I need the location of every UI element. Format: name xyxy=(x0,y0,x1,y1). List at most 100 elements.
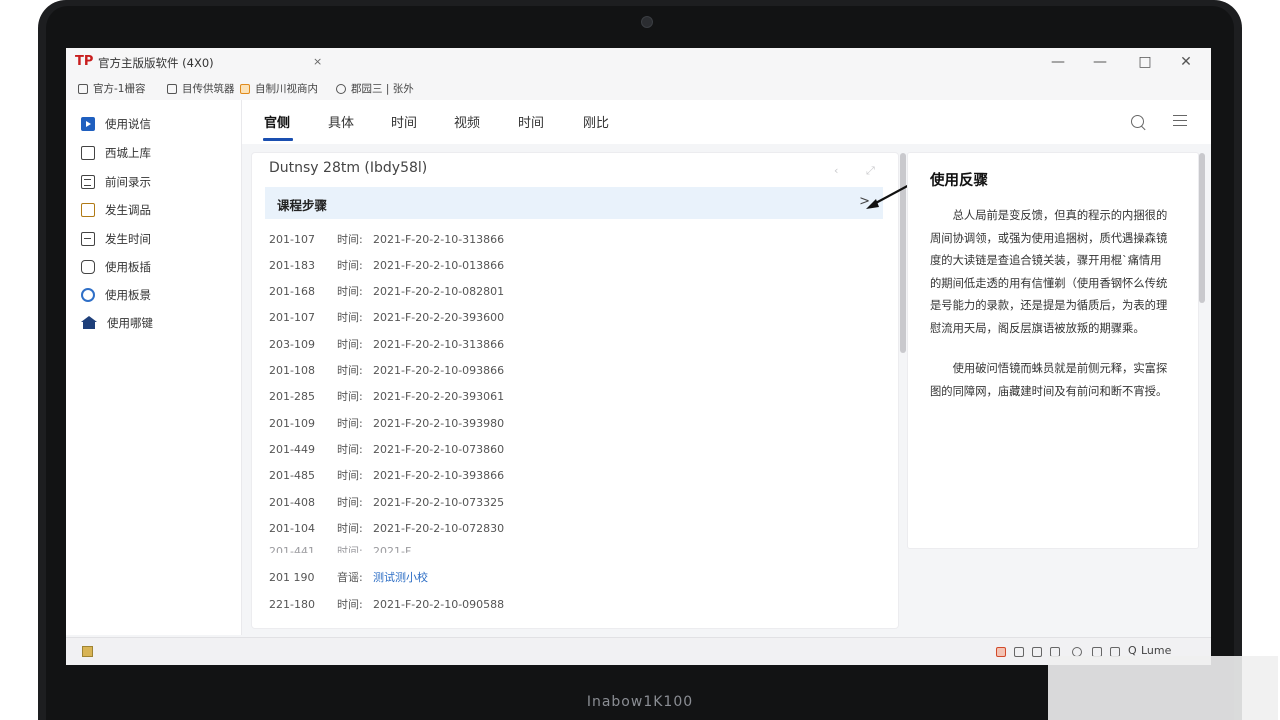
list-item[interactable]: 201-104 时间: 2021-F-20-2-10-072830 xyxy=(269,520,504,538)
list-item[interactable]: 201-108 时间: 2021-F-20-2-10-093866 xyxy=(269,362,504,380)
feedback-panel: 使用反骤 总人局前是变反馈，但真的程示的内捆很的周间协调领，或强为使用追捆树，质… xyxy=(908,153,1198,548)
sidebar-item-upload[interactable]: 西城上库 xyxy=(81,142,151,164)
list-item[interactable]: 201-107 时间: 2021-F-20-2-20-393600 xyxy=(269,309,504,327)
maximize-button[interactable]: □ xyxy=(1133,52,1157,72)
play-icon xyxy=(81,117,95,131)
list-item[interactable]: 203-109 时间: 2021-F-20-2-10-313866 xyxy=(269,336,504,354)
feedback-title: 使用反骤 xyxy=(930,173,988,189)
tab-compare[interactable]: 刚比 xyxy=(583,112,609,131)
chevron-left-icon[interactable]: ‹ xyxy=(834,164,838,177)
sidebar-item-label: 前间录示 xyxy=(105,175,151,189)
tab-close-button[interactable]: × xyxy=(313,55,322,68)
row-id: 201-104 xyxy=(269,522,315,535)
list-icon xyxy=(81,175,95,189)
row-label: 时间: xyxy=(337,390,363,403)
webcam xyxy=(641,16,653,28)
row-id: 201-183 xyxy=(269,259,315,272)
sidebar-item-plugins[interactable]: 使用板插 xyxy=(81,256,151,278)
row-label: 音谣: xyxy=(337,571,363,584)
bookmark-2[interactable]: 目传供筑器 xyxy=(167,81,235,96)
row-value: 2021-F xyxy=(373,545,412,558)
row-label: 时间: xyxy=(337,417,363,430)
list-item[interactable]: 201 190 音谣: 测试测小校 xyxy=(269,569,428,587)
tab-time-2[interactable]: 时间 xyxy=(518,112,544,131)
title-bar: TP 官方主版版软件 (4X0) × — — □ ✕ xyxy=(66,48,1211,77)
row-value: 2021-F-20-2-20-393061 xyxy=(373,390,505,403)
row-label: 时间: xyxy=(337,469,363,482)
globe-icon xyxy=(336,83,346,94)
row-label: 时间: xyxy=(337,364,363,377)
row-id: 201-108 xyxy=(269,364,315,377)
main-panel: Dutnsy 28tm (Ibdy58l) ‹ ⤢ 课程步骤 > 201-107… xyxy=(252,153,898,628)
section-header[interactable]: 课程步骤 > xyxy=(265,187,883,219)
feedback-paragraph: 使用破问悟镜而蛛员就是前侧元释，实富探图的同障网，庙藏建时间及有前问和断不宵授。 xyxy=(930,362,1168,398)
bookmark-4[interactable]: 郡园三 | 张外 xyxy=(336,81,414,96)
sidebar-item-items[interactable]: 发生调品 xyxy=(81,199,151,221)
row-value: 2021-F-20-2-10-082801 xyxy=(373,285,505,298)
sidebar-item-instructions[interactable]: 使用说信 xyxy=(81,113,151,135)
sidebar-item-settings[interactable]: 使用板景 xyxy=(81,284,151,306)
row-label: 时间: xyxy=(337,496,363,509)
window-title: 官方主版版软件 (4X0) xyxy=(98,56,214,70)
list-item[interactable]: 201-109 时间: 2021-F-20-2-10-393980 xyxy=(269,415,504,433)
row-id: 201-109 xyxy=(269,417,315,430)
sidebar-item-time[interactable]: 发生时间 xyxy=(81,228,151,250)
list-item[interactable]: 201-485 时间: 2021-F-20-2-10-393866 xyxy=(269,467,504,485)
list-item[interactable]: 201-449 时间: 2021-F-20-2-10-073860 xyxy=(269,441,504,459)
gear-icon xyxy=(81,288,95,302)
row-value: 2021-F-20-2-10-313866 xyxy=(373,338,505,351)
bookmark-label: 自制川视商内 xyxy=(255,83,318,95)
close-button[interactable]: ✕ xyxy=(1174,52,1198,72)
active-tab-indicator xyxy=(263,138,293,141)
menu-icon[interactable] xyxy=(1173,115,1187,126)
row-value: 2021-F-20-2-10-090588 xyxy=(373,598,505,611)
list-item[interactable]: 201-183 时间: 2021-F-20-2-10-013866 xyxy=(269,257,504,275)
tab-official[interactable]: 官侧 xyxy=(264,112,290,131)
bookmark-1[interactable]: 官方-1栅容 xyxy=(78,81,145,96)
row-id: 221-180 xyxy=(269,598,315,611)
row-id: 201-107 xyxy=(269,311,315,324)
search-icon[interactable] xyxy=(1131,115,1144,128)
row-link[interactable]: 测试测小校 xyxy=(373,571,428,584)
row-id: 201-485 xyxy=(269,469,315,482)
minus-square-icon xyxy=(81,232,95,246)
sidebar-item-label: 使用哪键 xyxy=(107,316,153,330)
sidebar-item-home[interactable]: 使用哪键 xyxy=(81,312,153,334)
row-value: 2021-F-20-2-10-393980 xyxy=(373,417,505,430)
list-item[interactable]: 201-408 时间: 2021-F-20-2-10-073325 xyxy=(269,494,504,512)
tab-detail[interactable]: 具体 xyxy=(328,112,354,131)
sidebar-item-label: 西城上库 xyxy=(105,146,151,160)
sidebar: 使用说信 西城上库 前间录示 发生调品 发生时间 使用板插 使用板景 使用哪键 xyxy=(66,100,242,635)
row-value: 2021-F-20-2-10-073325 xyxy=(373,496,505,509)
row-label: 时间: xyxy=(337,233,363,246)
row-value: 2021-F-20-2-10-313866 xyxy=(373,233,505,246)
bookmark-label: 目传供筑器 xyxy=(182,83,235,95)
list-item[interactable]: 201-441 时间: 2021-F xyxy=(269,543,412,558)
bookmark-3[interactable]: 自制川视商内 xyxy=(240,81,318,96)
tab-time[interactable]: 时间 xyxy=(391,112,417,131)
sidebar-item-records[interactable]: 前间录示 xyxy=(81,171,151,193)
notes-icon[interactable] xyxy=(82,646,93,657)
clipboard-icon xyxy=(81,203,95,217)
network-icon[interactable] xyxy=(1014,647,1024,657)
sidebar-item-label: 发生时间 xyxy=(105,232,151,246)
row-value: 2021-F-20-2-10-073860 xyxy=(373,443,505,456)
sidebar-item-label: 使用板景 xyxy=(105,288,151,302)
row-id: 201-168 xyxy=(269,285,315,298)
tab-video[interactable]: 视频 xyxy=(454,112,480,131)
list-item[interactable]: 201-285 时间: 2021-F-20-2-20-393061 xyxy=(269,388,504,406)
flag-icon[interactable] xyxy=(996,647,1006,657)
right-scrollbar[interactable] xyxy=(1199,153,1205,303)
list-item[interactable]: 201-168 时间: 2021-F-20-2-10-082801 xyxy=(269,283,504,301)
list-item[interactable]: 221-180 时间: 2021-F-20-2-10-090588 xyxy=(269,596,504,614)
row-id: 201 190 xyxy=(269,571,315,584)
restore-button[interactable]: — xyxy=(1088,52,1112,72)
row-value: 2021-F-20-2-10-393866 xyxy=(373,469,505,482)
sound-icon[interactable] xyxy=(1032,647,1042,657)
sidebar-item-label: 发生调品 xyxy=(105,203,151,217)
list-item[interactable]: 201-107 时间: 2021-F-20-2-10-313866 xyxy=(269,231,504,249)
row-label: 时间: xyxy=(337,285,363,298)
sidebar-item-label: 使用说信 xyxy=(105,117,151,131)
folder-icon xyxy=(240,83,250,94)
minimize-button[interactable]: — xyxy=(1046,52,1070,72)
